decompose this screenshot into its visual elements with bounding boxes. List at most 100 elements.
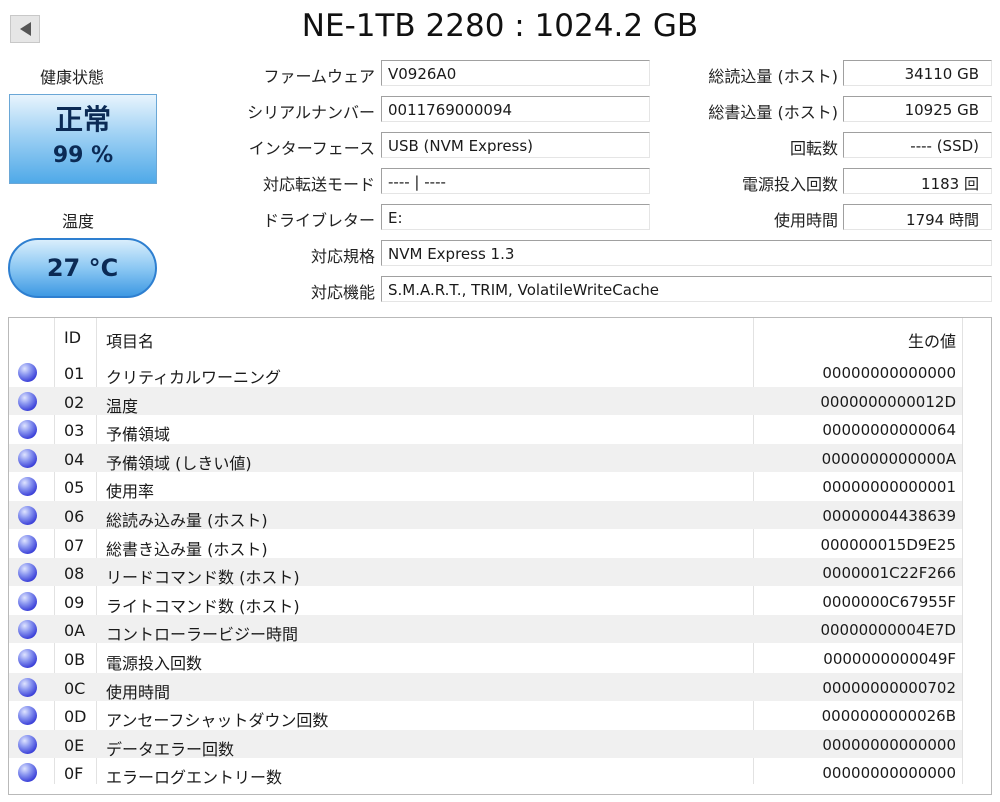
row-id: 01 <box>64 364 85 383</box>
table-header: ID 項目名 生の値 <box>9 318 991 354</box>
row-raw-value: 0000000000049F <box>823 650 956 668</box>
field-value: S.M.A.R.T., TRIM, VolatileWriteCache <box>381 276 992 302</box>
field-value: V0926A0 <box>381 60 650 86</box>
blue-status-dot-icon <box>18 706 37 726</box>
row-id: 02 <box>64 392 85 412</box>
header-id[interactable]: ID <box>64 328 81 347</box>
field-label: インターフェース <box>248 139 375 158</box>
health-status-box: 正常 99 % <box>9 94 157 184</box>
table-row[interactable]: 06 総読み込み量 (ホスト) 00000004438639 <box>9 501 962 530</box>
row-id: 05 <box>64 478 85 498</box>
disk-title: NE-1TB 2280 : 1024.2 GB <box>301 8 699 44</box>
row-raw-value: 00000000000702 <box>822 678 956 697</box>
table-row[interactable]: 03 予備領域 00000000000064 <box>9 415 962 445</box>
column-divider <box>962 318 963 784</box>
row-id: 03 <box>64 421 85 441</box>
field-label: シリアルナンバー <box>247 103 375 122</box>
row-name: クリティカルワーニング <box>106 368 282 387</box>
table-row[interactable]: 01 クリティカルワーニング 00000000000000 <box>9 358 962 387</box>
table-row[interactable]: 0D アンセーフシャットダウン回数 0000000000026B <box>9 701 962 731</box>
field-label: 対応転送モード <box>262 175 375 194</box>
field-label: 回転数 <box>789 139 838 158</box>
table-row[interactable]: 08 リードコマンド数 (ホスト) 0000001C22F266 <box>9 558 962 588</box>
row-name: 予備領域 <box>106 425 171 445</box>
row-raw-value: 00000000000000 <box>822 364 956 382</box>
field-value: NVM Express 1.3 <box>381 240 992 266</box>
blue-status-dot-icon <box>18 506 37 525</box>
table-row[interactable]: 0A コントローラービジー時間 00000000004E7D <box>9 615 962 645</box>
row-id: 0A <box>64 621 86 641</box>
field-label: 使用時間 <box>773 211 838 230</box>
row-name: 電源投入回数 <box>106 654 203 673</box>
field-value: USB (NVM Express) <box>381 132 650 158</box>
table-row[interactable]: 0F エラーログエントリー数 00000000000000 <box>9 758 962 788</box>
row-name: 温度 <box>106 396 139 416</box>
field-value: ---- | ---- <box>381 168 650 194</box>
row-name: 使用率 <box>106 482 155 502</box>
blue-status-dot-icon <box>18 534 37 554</box>
table-row[interactable]: 02 温度 0000000000012D <box>9 386 962 416</box>
blue-status-dot-icon <box>18 477 37 497</box>
row-raw-value: 00000000000001 <box>822 478 956 497</box>
row-id: 08 <box>64 564 85 584</box>
row-name: エラーログエントリー数 <box>106 768 283 788</box>
smart-table[interactable]: ID 項目名 生の値 01 クリティカルワーニング 00000000000000 02… <box>8 317 992 795</box>
health-status-text: 正常 <box>54 103 111 136</box>
field-value: 10925 GB <box>843 96 992 122</box>
health-label: 健康状態 <box>40 68 105 87</box>
field-label: 対応規格 <box>310 247 375 266</box>
row-name: ライトコマンド数 (ホスト) <box>106 596 300 616</box>
row-name: 総読み込み量 (ホスト) <box>106 511 268 530</box>
field-label: ドライブレター <box>262 211 375 230</box>
row-name: アンセーフシャットダウン回数 <box>106 711 329 731</box>
field-value: E: <box>381 204 650 230</box>
field-value: 34110 GB <box>843 60 992 86</box>
row-raw-value: 00000000000064 <box>822 421 956 440</box>
row-id: 06 <box>64 507 85 526</box>
temperature-pill: 27 °C <box>8 238 157 298</box>
header-raw-value[interactable]: 生の値 <box>753 328 956 352</box>
blue-status-dot-icon <box>18 649 37 668</box>
field-value: ---- (SSD) <box>843 132 992 158</box>
row-raw-value: 0000000000026B <box>821 707 956 726</box>
row-name: データエラー回数 <box>106 739 235 759</box>
row-name: コントローラービジー時間 <box>106 625 299 645</box>
row-raw-value: 0000000C67955F <box>822 592 956 611</box>
row-id: 0F <box>64 764 84 784</box>
temperature-value: 27 °C <box>46 254 119 282</box>
row-id: 0B <box>64 650 86 669</box>
row-name: リードコマンド数 (ホスト) <box>106 568 300 588</box>
field-label: ファームウェア <box>263 67 375 86</box>
table-row[interactable]: 0C 使用時間 00000000000702 <box>9 672 962 702</box>
field-value: 1794 時間 <box>843 204 992 230</box>
row-raw-value: 0000000000012D <box>820 392 956 411</box>
row-id: 04 <box>64 449 85 469</box>
field-label: 総書込量 (ホスト) <box>708 103 838 122</box>
row-raw-value: 0000000000000A <box>821 449 956 468</box>
blue-status-dot-icon <box>18 391 37 411</box>
row-raw-value: 00000000000000 <box>822 764 956 783</box>
row-id: 0C <box>64 678 86 698</box>
row-raw-value: 0000001C22F266 <box>822 564 956 583</box>
header-name[interactable]: 項目名 <box>106 328 154 352</box>
field-label: 総読込量 (ホスト) <box>708 67 838 86</box>
blue-status-dot-icon <box>18 677 37 697</box>
row-id: 09 <box>64 592 85 612</box>
row-name: 予備領域 (しきい値) <box>106 453 252 473</box>
row-raw-value: 00000004438639 <box>822 507 956 525</box>
table-row[interactable]: 0B 電源投入回数 0000000000049F <box>9 644 962 673</box>
field-label: 電源投入回数 <box>741 175 838 194</box>
table-row[interactable]: 09 ライトコマンド数 (ホスト) 0000000C67955F <box>9 587 962 616</box>
blue-status-dot-icon <box>18 420 37 440</box>
blue-status-dot-icon <box>18 448 37 468</box>
blue-status-dot-icon <box>18 591 37 611</box>
table-row[interactable]: 04 予備領域 (しきい値) 0000000000000A <box>9 443 962 473</box>
table-row[interactable]: 0E データエラー回数 00000000000000 <box>9 729 962 759</box>
row-raw-value: 000000015D9E25 <box>820 535 956 554</box>
row-raw-value: 00000000004E7D <box>820 621 956 640</box>
field-value: 1183 回 <box>843 168 992 194</box>
table-row[interactable]: 07 総書き込み量 (ホスト) 000000015D9E25 <box>9 530 962 559</box>
blue-status-dot-icon <box>18 763 37 783</box>
table-row[interactable]: 05 使用率 00000000000001 <box>9 472 962 502</box>
field-value: 0011769000094 <box>381 96 650 122</box>
